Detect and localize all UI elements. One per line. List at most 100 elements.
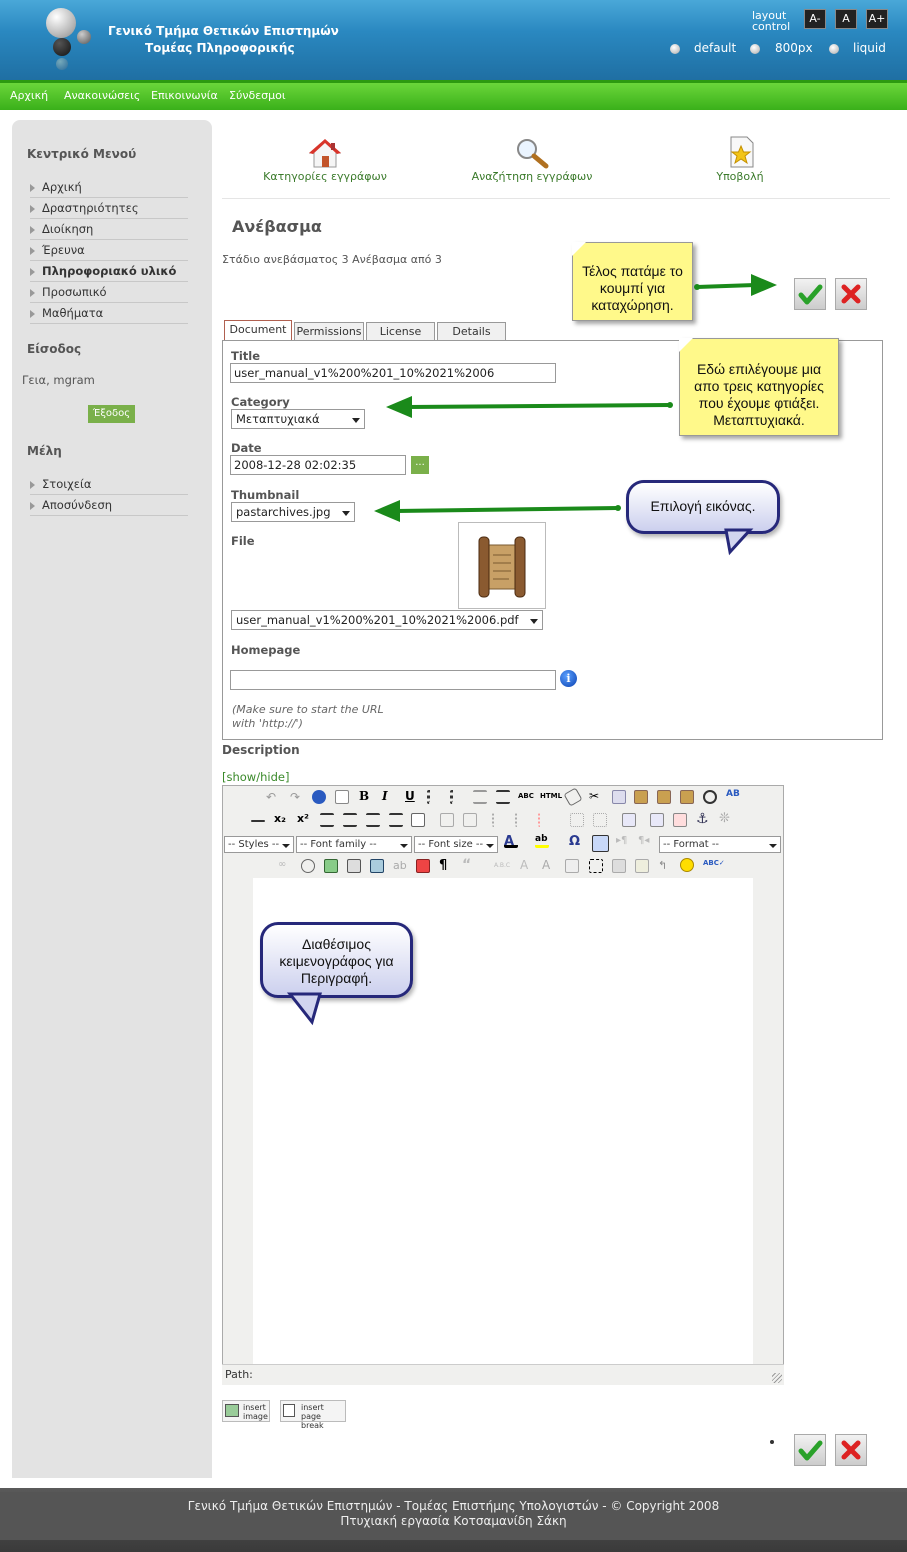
layout-800px-radio[interactable] [750, 44, 760, 54]
visual-aid-icon[interactable] [592, 835, 609, 852]
sidebar-item-details[interactable]: Στοιχεία [30, 477, 188, 495]
tab-license[interactable]: License [366, 322, 435, 341]
style-props-icon[interactable] [612, 859, 626, 873]
align-center-icon[interactable] [343, 813, 357, 827]
bold-icon[interactable]: B [359, 789, 373, 803]
spellcheck-icon[interactable]: ABC✓ [703, 859, 725, 873]
non-breaking-icon[interactable]: ↰ [658, 859, 672, 873]
find-icon[interactable] [703, 790, 717, 804]
sidebar-item-home[interactable]: Αρχική [30, 180, 188, 198]
font-normal-button[interactable]: A [835, 9, 857, 29]
search-icon[interactable] [514, 137, 550, 169]
italic-icon[interactable]: I [382, 789, 396, 803]
emoticon-icon[interactable] [680, 858, 694, 872]
logout-button[interactable]: Έξοδος [88, 405, 135, 423]
ltr-icon[interactable]: ▸¶ [616, 835, 630, 849]
sidebar-item-research[interactable]: Έρευνα [30, 243, 188, 261]
nav-item-announcements[interactable]: Ανακοινώσεις [64, 89, 140, 102]
font-family-select[interactable]: -- Font family -- [296, 836, 412, 853]
cut-icon[interactable]: ✂ [589, 789, 603, 803]
nav-item-home[interactable]: Αρχική [10, 89, 48, 102]
table-icon[interactable] [440, 813, 454, 827]
table-props-icon[interactable] [463, 813, 477, 827]
category-select[interactable]: Μεταπτυχιακά [231, 409, 365, 429]
template-icon[interactable] [635, 859, 649, 873]
cancel-button[interactable] [835, 278, 867, 310]
paragraph-icon[interactable]: ¶ [439, 858, 453, 873]
font-smaller-button[interactable]: A- [804, 9, 826, 29]
save-button-bottom[interactable] [794, 1434, 826, 1466]
file-select[interactable]: user_manual_v1%200%201_10%2021%2006.pdf [231, 610, 543, 630]
zoom-icon[interactable] [301, 859, 315, 873]
merge-cell-icon[interactable] [593, 813, 607, 827]
bullet-list-icon[interactable] [427, 790, 441, 804]
text-color-icon[interactable]: A [504, 834, 518, 849]
layout-default-label[interactable]: default [694, 41, 736, 55]
date-input[interactable]: 2008-12-28 02:02:35 [230, 455, 406, 475]
special-char-icon[interactable]: Ω [569, 834, 583, 849]
search-documents-link[interactable]: Αναζήτηση εγγράφων [457, 170, 607, 183]
thumbnail-select[interactable]: pastarchives.jpg [231, 502, 355, 522]
save-button[interactable] [794, 278, 826, 310]
abbr-icon[interactable]: A.B.C [494, 862, 510, 876]
subscript-icon[interactable]: x₂ [274, 812, 288, 826]
anchor-icon[interactable]: ⚓ [696, 811, 710, 827]
sidebar-item-courses[interactable]: Μαθήματα [30, 306, 188, 324]
outdent-icon[interactable] [473, 790, 487, 804]
pdf-icon[interactable] [416, 859, 430, 873]
submit-document-icon[interactable] [729, 136, 755, 168]
new-document-icon[interactable] [335, 790, 349, 804]
sidebar-item-activities[interactable]: Δραστηριότητες [30, 201, 188, 219]
split-cell-icon[interactable] [570, 813, 584, 827]
unlink-icon[interactable]: ❊ [719, 811, 733, 826]
layout-default-radio[interactable] [670, 44, 680, 54]
paste-icon[interactable] [634, 790, 648, 804]
sidebar-item-info-material[interactable]: Πληροφοριακό υλικό [30, 264, 188, 282]
sidebar-item-staff[interactable]: Προσωπικό [30, 285, 188, 303]
undo-icon[interactable]: ↶ [266, 790, 280, 804]
sidebar-item-administration[interactable]: Διοίκηση [30, 222, 188, 240]
cancel-button-bottom[interactable] [835, 1434, 867, 1466]
highlight-icon[interactable]: ab [535, 834, 549, 848]
align-left-icon[interactable] [320, 813, 334, 827]
format-select[interactable]: -- Format -- [659, 836, 781, 853]
nav-item-links[interactable]: Σύνδεσμοι [229, 89, 286, 102]
submit-link[interactable]: Υποβολή [690, 170, 790, 183]
help-icon[interactable] [312, 790, 326, 804]
title-input[interactable]: user_manual_v1%200%201_10%2021%2006 [230, 363, 556, 383]
home-icon[interactable] [309, 138, 341, 168]
insertion-icon[interactable]: A [542, 858, 556, 872]
replace-icon[interactable]: AB [726, 789, 740, 803]
abc-icon[interactable]: ABC [518, 792, 534, 806]
superscript-icon[interactable]: x² [297, 812, 311, 826]
blockquote-icon[interactable]: “ [462, 857, 476, 873]
media-icon[interactable] [370, 859, 384, 873]
select-all-icon[interactable] [589, 859, 603, 873]
print-icon[interactable] [347, 859, 361, 873]
link-icon[interactable]: ∞ [278, 859, 292, 873]
insert-layer-icon[interactable] [650, 813, 664, 827]
layer-icon[interactable] [622, 813, 636, 827]
homepage-input[interactable] [230, 670, 556, 690]
font-larger-button[interactable]: A+ [866, 9, 888, 29]
tab-document[interactable]: Document [224, 320, 292, 340]
image-icon[interactable] [324, 859, 338, 873]
numbered-list-icon[interactable] [450, 790, 464, 804]
edit-css-icon[interactable] [411, 813, 425, 827]
tab-details[interactable]: Details [437, 322, 506, 341]
paste-text-icon[interactable] [657, 790, 671, 804]
info-icon[interactable]: i [560, 670, 577, 687]
tab-permissions[interactable]: Permissions [294, 322, 364, 341]
sidebar-item-logout[interactable]: Αποσύνδεση [30, 498, 188, 516]
date-picker-button[interactable]: ... [411, 456, 429, 474]
show-hide-toggle[interactable]: [show/hide] [222, 770, 289, 784]
indent-icon[interactable] [496, 790, 510, 804]
delete-row-icon[interactable] [538, 813, 552, 827]
horizontal-rule-icon[interactable] [251, 820, 265, 822]
strikethrough-icon[interactable]: ab [393, 859, 407, 873]
eraser-icon[interactable] [563, 787, 583, 807]
redo-icon[interactable]: ↷ [290, 790, 304, 804]
paste-word-icon[interactable] [680, 790, 694, 804]
layout-liquid-label[interactable]: liquid [853, 41, 886, 55]
html-icon[interactable]: HTML [540, 792, 562, 806]
